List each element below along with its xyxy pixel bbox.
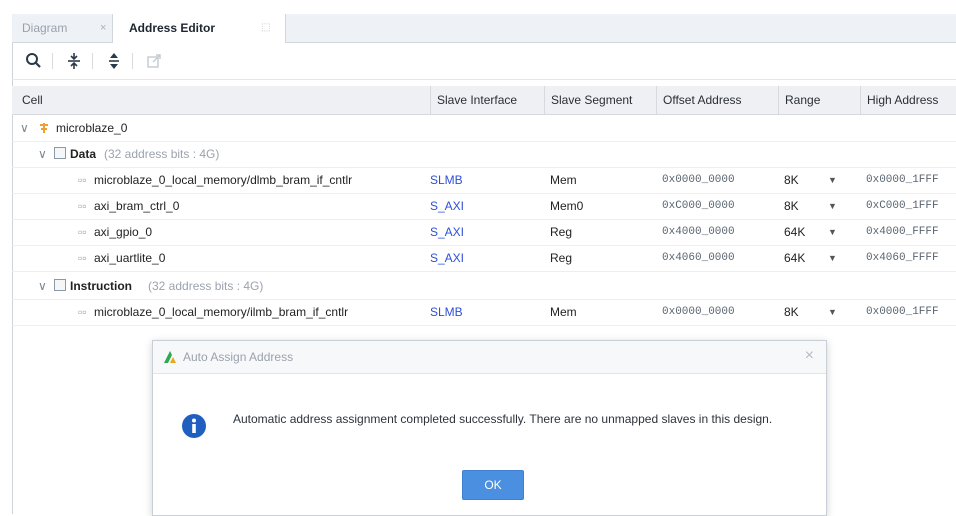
range-dropdown-icon[interactable]: ▼	[828, 219, 837, 245]
toolbar-separator	[132, 53, 133, 69]
slave-segment-value: Reg	[550, 225, 573, 239]
tree-row-processor[interactable]: ∨ microblaze_0	[12, 115, 956, 142]
expand-toggle-icon[interactable]: ∨	[38, 273, 47, 299]
high-address-value: 0x0000_1FFF	[866, 306, 939, 318]
table-header: Cell Slave Interface Slave Segment Offse…	[12, 86, 956, 115]
high-address-value: 0x4060_FFFF	[866, 252, 939, 264]
slave-segment-value: Mem0	[550, 199, 584, 213]
expand-toggle-icon[interactable]: ∨	[38, 141, 47, 167]
ok-button[interactable]: OK	[462, 470, 524, 500]
data-group-label: Data	[70, 147, 97, 161]
table-row[interactable]: ▫▫ microblaze_0_local_memory/ilmb_bram_if…	[12, 299, 956, 326]
table-row[interactable]: ▫▫ axi_gpio_0 S_AXI Reg 0x4000_0000 64K ▼ 0x400…	[12, 219, 956, 246]
range-value[interactable]: 8K	[784, 193, 799, 219]
float-tab-icon[interactable]: ⬚	[261, 14, 270, 42]
close-icon[interactable]: ×	[805, 347, 814, 365]
cell-name: axi_bram_ctrl_0	[94, 199, 180, 213]
info-icon	[181, 413, 207, 442]
slave-interface-value: SLMB	[430, 173, 463, 187]
expand-toggle-icon[interactable]: ∨	[20, 115, 29, 141]
tab-bar: Diagram × Address Editor ⬚	[12, 14, 956, 43]
range-value[interactable]: 8K	[784, 299, 799, 325]
slave-segment-value: Mem	[550, 173, 577, 187]
offset-address-value[interactable]: 0xC000_0000	[662, 193, 735, 219]
address-space-icon	[54, 273, 70, 299]
collapse-all-icon[interactable]	[64, 51, 84, 71]
column-header-offset-address[interactable]: Offset Address	[656, 86, 778, 114]
column-header-cell[interactable]: Cell	[12, 86, 430, 114]
processor-label: microblaze_0	[56, 121, 128, 135]
tab-address-editor-label: Address Editor	[129, 21, 216, 35]
dialog-title: Auto Assign Address	[183, 350, 294, 364]
slave-segment-value: Reg	[550, 251, 573, 265]
slave-segment-value: Mem	[550, 305, 577, 319]
table-row[interactable]: ▫▫ axi_bram_ctrl_0 S_AXI Mem0 0xC000_0000 8K ▼…	[12, 193, 956, 220]
high-address-value: 0x4000_FFFF	[866, 226, 939, 238]
column-header-range[interactable]: Range	[778, 86, 860, 114]
tab-address-editor[interactable]: Address Editor ⬚	[112, 14, 286, 43]
offset-address-value[interactable]: 0x0000_0000	[662, 167, 735, 193]
cell-name: axi_gpio_0	[94, 225, 153, 239]
slave-interface-value: S_AXI	[430, 251, 465, 265]
tree-row-instruction-group[interactable]: ∨ Instruction (32 address bits : 4G)	[12, 273, 956, 300]
segment-icon: ▫▫	[78, 199, 87, 213]
segment-icon: ▫▫	[78, 251, 87, 265]
table-row[interactable]: ▫▫ axi_uartlite_0 S_AXI Reg 0x4060_0000 64K ▼ 0…	[12, 245, 956, 272]
cell-name: microblaze_0_local_memory/ilmb_bram_if_c…	[94, 305, 349, 319]
range-dropdown-icon[interactable]: ▼	[828, 167, 837, 193]
address-space-icon	[54, 141, 70, 167]
auto-assign-dialog: Auto Assign Address × Automatic address …	[152, 340, 827, 516]
tab-diagram-close-icon[interactable]: ×	[100, 14, 106, 42]
high-address-value: 0xC000_1FFF	[866, 200, 939, 212]
column-header-slave-interface[interactable]: Slave Interface	[430, 86, 544, 114]
table-row[interactable]: ▫▫ microblaze_0_local_memory/dlmb_bram_if…	[12, 167, 956, 194]
toolbar-separator	[92, 53, 93, 69]
high-address-value: 0x0000_1FFF	[866, 174, 939, 186]
offset-address-value[interactable]: 0x4000_0000	[662, 219, 735, 245]
toolbar	[12, 43, 956, 80]
range-dropdown-icon[interactable]: ▼	[828, 245, 837, 271]
offset-address-value[interactable]: 0x0000_0000	[662, 299, 735, 325]
column-header-high-address[interactable]: High Address	[860, 86, 956, 114]
range-value[interactable]: 8K	[784, 167, 799, 193]
offset-address-value[interactable]: 0x4060_0000	[662, 245, 735, 271]
column-header-slave-segment[interactable]: Slave Segment	[544, 86, 656, 114]
segment-icon: ▫▫	[78, 305, 87, 319]
toolbar-separator	[52, 53, 53, 69]
slave-interface-value: S_AXI	[430, 225, 465, 239]
range-dropdown-icon[interactable]: ▼	[828, 299, 837, 325]
slave-interface-value: SLMB	[430, 305, 463, 319]
processor-icon	[38, 115, 50, 141]
expand-all-icon[interactable]	[104, 51, 124, 71]
dialog-title-bar[interactable]: Auto Assign Address ×	[153, 341, 826, 374]
search-icon[interactable]	[24, 51, 44, 71]
instruction-group-label: Instruction	[70, 279, 132, 293]
tree-row-data-group[interactable]: ∨ Data (32 address bits : 4G)	[12, 141, 956, 168]
slave-interface-value: S_AXI	[430, 199, 465, 213]
auto-assign-icon[interactable]	[144, 51, 164, 71]
cell-name: axi_uartlite_0	[94, 251, 166, 265]
range-value[interactable]: 64K	[784, 245, 805, 271]
dialog-message: Automatic address assignment completed s…	[233, 412, 773, 426]
vivado-logo-icon	[163, 350, 177, 367]
range-dropdown-icon[interactable]: ▼	[828, 193, 837, 219]
segment-icon: ▫▫	[78, 225, 87, 239]
segment-icon: ▫▫	[78, 173, 87, 187]
cell-name: microblaze_0_local_memory/dlmb_bram_if_c…	[94, 173, 353, 187]
data-group-detail: (32 address bits : 4G)	[104, 147, 220, 161]
range-value[interactable]: 64K	[784, 219, 805, 245]
tab-diagram[interactable]: Diagram	[22, 14, 67, 42]
instruction-group-detail: (32 address bits : 4G)	[148, 279, 264, 293]
